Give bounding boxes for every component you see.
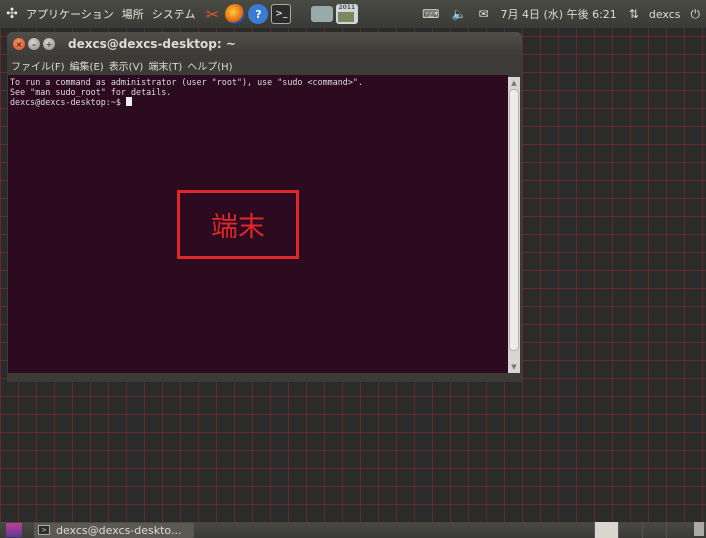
network-icon[interactable]: ⇅: [629, 7, 639, 21]
menu-view[interactable]: 表示(V): [109, 58, 144, 73]
clock[interactable]: 7月 4日 (水) 午後 6:21: [501, 6, 617, 22]
workspace-switcher: [594, 522, 706, 538]
menu-system[interactable]: システム: [148, 6, 200, 22]
workspace-1[interactable]: [594, 522, 618, 538]
menu-places[interactable]: 場所: [118, 6, 148, 22]
menu-file[interactable]: ファイル(F): [11, 58, 65, 73]
volume-icon[interactable]: 🔈: [451, 7, 466, 21]
terminal-scrollbar[interactable]: ▲ ▼: [508, 77, 520, 373]
minimize-icon[interactable]: –: [28, 38, 40, 50]
system-tray: ⌨ 🔈 ✉ 7月 4日 (水) 午後 6:21 ⇅ dexcs ⏻: [416, 6, 706, 22]
power-icon[interactable]: ⏻: [691, 7, 701, 22]
taskbar-button-label: dexcs@dexcs-deskto...: [56, 523, 182, 537]
screenshot-icon[interactable]: [311, 6, 334, 22]
user-menu[interactable]: dexcs: [649, 8, 681, 21]
trash-icon[interactable]: [694, 522, 704, 536]
help-icon[interactable]: ?: [248, 4, 269, 24]
terminal-task-icon: >: [38, 525, 50, 535]
window-bottom-edge: [7, 373, 522, 382]
terminal-titlebar[interactable]: × – + dexcs@dexcs-desktop: ~: [7, 32, 522, 56]
keyboard-icon[interactable]: ⌨: [422, 7, 439, 21]
scroll-down-arrow-icon[interactable]: ▼: [508, 361, 520, 373]
image-year-label: 2011: [338, 4, 356, 11]
scrollbar-thumb[interactable]: [509, 89, 519, 351]
prompt-line: dexcs@dexcs-desktop:~$: [10, 97, 506, 107]
maximize-icon[interactable]: +: [43, 38, 55, 50]
top-panel: ✣ アプリケーション 場所 システム ✂ ? >_ 2011 ⌨ 🔈 ✉ 7月 …: [0, 0, 706, 28]
image-viewer-icon[interactable]: 2011: [336, 4, 359, 24]
annotation-box: 端末: [177, 190, 299, 259]
workspace-3[interactable]: [642, 522, 666, 538]
menu-help[interactable]: ヘルプ(H): [187, 58, 232, 73]
text-cursor: [125, 97, 132, 106]
tool-icon[interactable]: ✂: [202, 4, 222, 24]
ubuntu-logo-icon[interactable]: ✣: [4, 6, 20, 22]
menu-edit[interactable]: 編集(E): [70, 58, 104, 73]
menu-terminal[interactable]: 端末(T): [148, 58, 182, 73]
firefox-icon[interactable]: [225, 4, 246, 24]
bottom-panel: > dexcs@dexcs-deskto...: [0, 522, 706, 538]
mail-icon[interactable]: ✉: [478, 7, 488, 21]
output-line: See "man sudo_root" for details.: [10, 87, 172, 97]
prompt-text: dexcs@dexcs-desktop:~$: [10, 97, 126, 107]
window-title: dexcs@dexcs-desktop: ~: [68, 37, 236, 51]
taskbar-button-terminal[interactable]: > dexcs@dexcs-deskto...: [34, 522, 194, 538]
terminal-icon[interactable]: >_: [271, 4, 292, 24]
terminal-menubar: ファイル(F) 編集(E) 表示(V) 端末(T) ヘルプ(H): [7, 56, 522, 74]
show-desktop-icon[interactable]: [6, 523, 22, 537]
image-graphic: [338, 12, 355, 22]
scroll-up-arrow-icon[interactable]: ▲: [508, 77, 520, 89]
output-line: To run a command as administrator (user …: [10, 77, 363, 87]
workspace-4[interactable]: [666, 522, 690, 538]
annotation-label: 端末: [211, 212, 265, 243]
close-icon[interactable]: ×: [13, 38, 25, 50]
workspace-2[interactable]: [618, 522, 642, 538]
menu-applications[interactable]: アプリケーション: [22, 6, 118, 22]
